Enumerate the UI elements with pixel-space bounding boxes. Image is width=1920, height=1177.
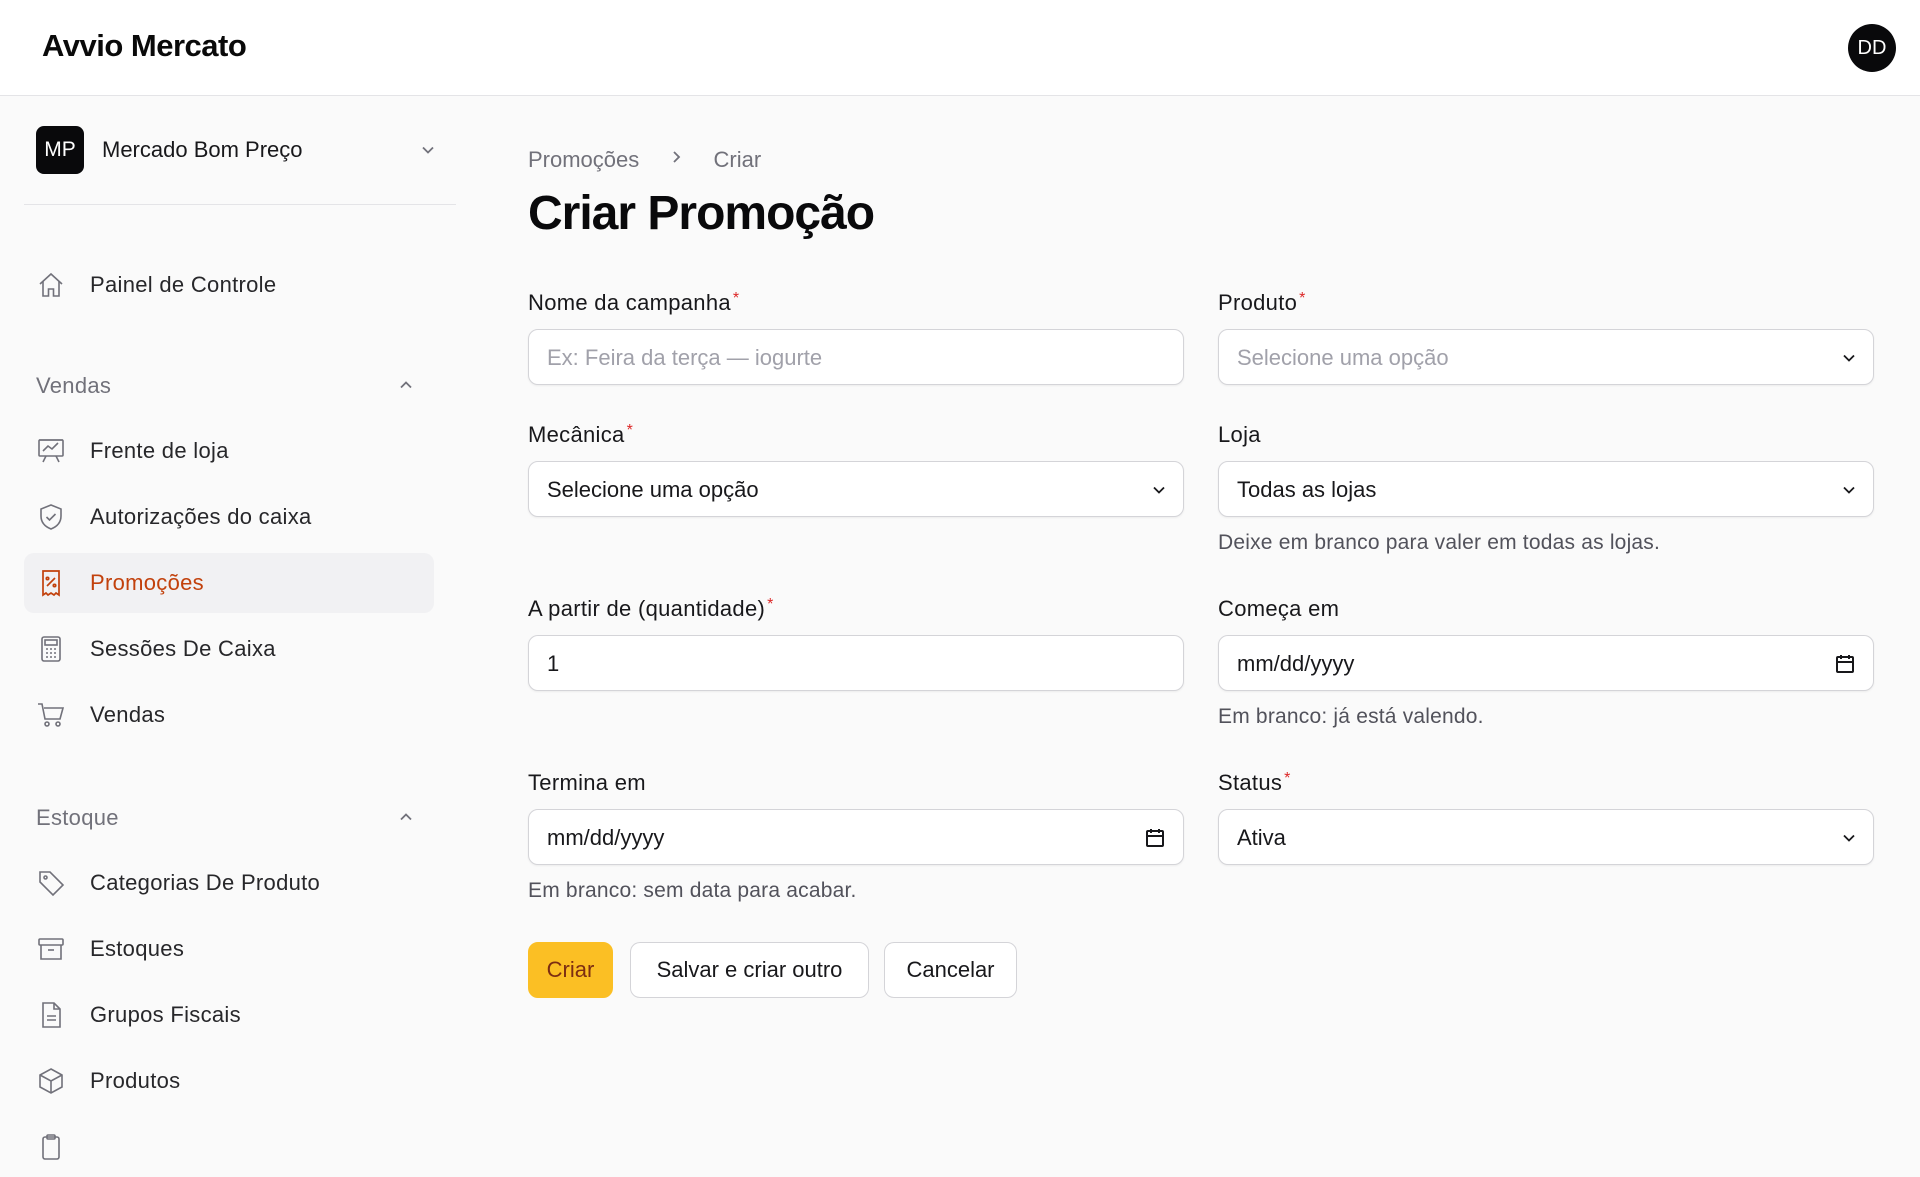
min-quantity-input[interactable]: 1: [528, 635, 1184, 691]
required-marker: *: [732, 290, 740, 307]
sidebar-item-label: Promoções: [90, 570, 204, 595]
campaign-name-placeholder: Ex: Feira da terça — iogurte: [547, 345, 823, 370]
app-title: Avvio Mercato: [42, 28, 247, 63]
page-title: Criar Promoção: [528, 187, 875, 240]
product-select-placeholder: Selecione uma opção: [1237, 345, 1449, 370]
sidebar-item-label: Categorias De Produto: [90, 870, 321, 895]
sidebar-item-vendas[interactable]: Vendas: [24, 685, 434, 745]
tenant-badge: MP: [36, 126, 84, 174]
min-quantity-label: A partir de (quantidade) *: [528, 596, 774, 621]
cancel-button[interactable]: Cancelar: [884, 942, 1017, 998]
sidebar-item-grupos-fiscais[interactable]: Grupos Fiscais: [24, 985, 434, 1045]
min-quantity-value: 1: [547, 651, 560, 676]
tenant-switcher[interactable]: MP Mercado Bom Preço: [24, 97, 456, 205]
chevron-down-icon: [422, 146, 434, 154]
mechanic-label: Mecânica *: [528, 422, 634, 447]
create-button[interactable]: Criar: [528, 942, 613, 998]
breadcrumb-current: Criar: [713, 147, 762, 173]
starts-at-label: Começa em: [1218, 596, 1340, 621]
chevron-up-icon[interactable]: [396, 375, 416, 395]
chevron-down-icon: [1843, 834, 1855, 842]
product-select[interactable]: Selecione uma opção: [1218, 329, 1874, 385]
ends-at-label: Termina em: [528, 770, 646, 795]
document-icon: [42, 1002, 61, 1028]
sidebar-item-label: Autorizações do caixa: [90, 504, 312, 529]
archive-box-icon: [38, 938, 64, 960]
sidebar-item-produtos[interactable]: Produtos: [24, 1051, 434, 1111]
sidebar-item-label: Frente de loja: [90, 438, 229, 463]
required-marker: *: [1299, 290, 1306, 307]
cube-icon: [39, 1068, 63, 1094]
required-marker: *: [626, 422, 634, 439]
required-marker: *: [1284, 770, 1291, 787]
status-label: Status *: [1218, 770, 1291, 795]
campaign-name-label: Nome da campanha *: [528, 290, 740, 315]
store-select[interactable]: Todas as lojas: [1218, 461, 1874, 517]
calendar-icon[interactable]: [1833, 652, 1857, 676]
ends-at-value: mm/dd/yyyy: [547, 825, 665, 850]
shopping-cart-icon: [38, 703, 65, 727]
calculator-icon: [41, 636, 61, 662]
ends-at-help-text: Em branco: sem data para acabar.: [528, 879, 857, 902]
ends-at-date-input[interactable]: mm/dd/yyyy: [528, 809, 1184, 865]
sidebar-item-label: Estoques: [90, 936, 185, 961]
user-avatar[interactable]: DD: [1848, 24, 1896, 72]
product-label: Produto *: [1218, 290, 1306, 315]
tag-icon: [39, 871, 65, 897]
sidebar-item-label: Vendas: [90, 702, 166, 727]
sidebar-group-vendas[interactable]: Vendas: [36, 373, 111, 399]
starts-at-help-text: Em branco: já está valendo.: [1218, 705, 1484, 728]
required-marker: *: [767, 596, 774, 613]
chevron-right-icon: [673, 151, 681, 163]
breadcrumb: Promoções Criar: [528, 146, 761, 173]
sidebar-item-label: Grupos Fiscais: [90, 1002, 241, 1027]
receipt-percent-icon: [42, 570, 60, 597]
sidebar-item-label: Sessões De Caixa: [90, 636, 276, 661]
chart-board-icon: [38, 439, 64, 463]
store-label: Loja: [1218, 422, 1261, 447]
breadcrumb-parent[interactable]: Promoções: [528, 147, 639, 173]
starts-at-date-input[interactable]: mm/dd/yyyy: [1218, 635, 1874, 691]
chevron-down-icon: [1153, 486, 1165, 494]
sidebar-item-label: Painel de Controle: [90, 272, 277, 297]
sidebar-item-dashboard[interactable]: Painel de Controle: [24, 255, 434, 315]
sidebar: MP Mercado Bom Preço Painel de Controle …: [0, 97, 458, 1160]
shield-check-icon: [40, 504, 62, 530]
sidebar-item-estoques[interactable]: Estoques: [24, 919, 434, 979]
sidebar-item-promocoes[interactable]: Promoções: [24, 553, 434, 613]
sidebar-item-sessoes-de-caixa[interactable]: Sessões De Caixa: [24, 619, 434, 679]
chevron-up-icon[interactable]: [396, 807, 416, 827]
home-icon: [39, 272, 63, 297]
save-and-create-another-button[interactable]: Salvar e criar outro: [630, 942, 869, 998]
sidebar-item-label: Produtos: [90, 1068, 181, 1093]
mechanic-select-value: Selecione uma opção: [547, 477, 759, 502]
tenant-name: Mercado Bom Preço: [102, 137, 303, 162]
mechanic-select[interactable]: Selecione uma opção: [528, 461, 1184, 517]
top-bar: Avvio Mercato DD: [0, 0, 1920, 96]
sidebar-item-autorizacoes-do-caixa[interactable]: Autorizações do caixa: [24, 487, 434, 547]
status-select-value: Ativa: [1237, 825, 1286, 850]
starts-at-value: mm/dd/yyyy: [1237, 651, 1355, 676]
sidebar-item-categorias-de-produto[interactable]: Categorias De Produto: [24, 853, 434, 913]
store-help-text: Deixe em branco para valer em todas as l…: [1218, 531, 1661, 554]
campaign-name-input[interactable]: Ex: Feira da terça — iogurte: [528, 329, 1184, 385]
sidebar-item-cut-off[interactable]: [24, 1117, 434, 1177]
calendar-icon[interactable]: [1143, 826, 1167, 850]
status-select[interactable]: Ativa: [1218, 809, 1874, 865]
sidebar-group-estoque[interactable]: Estoque: [36, 805, 119, 831]
chevron-down-icon: [1843, 354, 1855, 362]
chevron-down-icon: [1843, 486, 1855, 494]
store-select-value: Todas as lojas: [1237, 477, 1377, 502]
clipboard-icon: [42, 1134, 60, 1160]
sidebar-item-frente-de-loja[interactable]: Frente de loja: [24, 421, 434, 481]
